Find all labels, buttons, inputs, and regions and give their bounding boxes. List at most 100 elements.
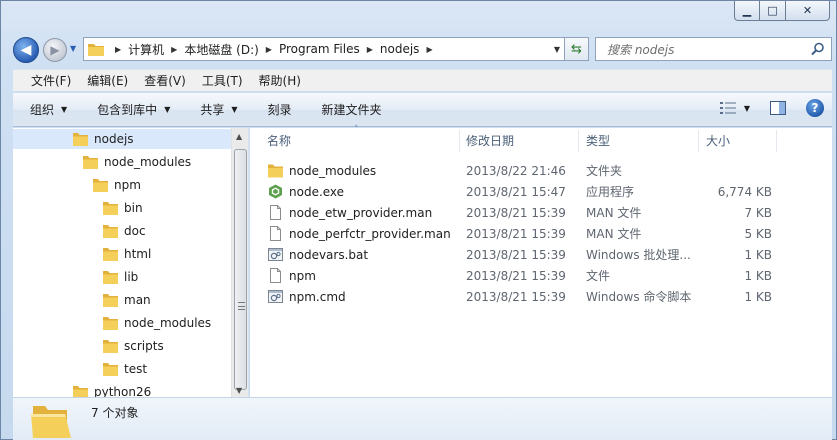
address-bar[interactable]: ▶ 计算机 ▶ 本地磁盘 (D:) ▶ Program Files ▶ nodejs ▶ ▼ bbox=[83, 37, 565, 61]
search-icon[interactable] bbox=[811, 42, 825, 56]
file-list: ˄ 名称 修改日期 类型 大小 node_modules 2013/8/22 2… bbox=[250, 125, 832, 397]
folder-icon bbox=[103, 225, 118, 238]
address-dropdown[interactable]: ▼ bbox=[554, 45, 560, 54]
file-size bbox=[700, 160, 772, 181]
column-size[interactable]: 大小 bbox=[701, 128, 771, 153]
tree-item[interactable]: bin bbox=[103, 198, 143, 218]
recent-pages-dropdown[interactable]: ▼ bbox=[70, 44, 76, 53]
minimize-button[interactable]: ▁ bbox=[734, 1, 760, 21]
back-button[interactable]: ◀ bbox=[13, 37, 39, 63]
file-row[interactable]: nodevars.bat 2013/8/21 15:39 Windows 批处理… bbox=[250, 244, 832, 265]
menu-item[interactable]: 帮助(H) bbox=[259, 72, 301, 89]
maximize-button[interactable]: □ bbox=[760, 1, 786, 21]
scroll-down-icon[interactable]: ▼ bbox=[236, 386, 242, 395]
breadcrumb-item[interactable]: 计算机 bbox=[128, 41, 164, 58]
column-type[interactable]: 类型 bbox=[581, 128, 697, 153]
file-size: 1 KB bbox=[744, 268, 772, 283]
file-name: node_etw_provider.man bbox=[289, 205, 433, 220]
tree-scrollbar[interactable]: ▲ ▼ bbox=[231, 128, 248, 397]
file-row[interactable]: node_etw_provider.man 2013/8/21 15:39 MA… bbox=[250, 202, 832, 223]
menu-item[interactable]: 查看(V) bbox=[144, 72, 186, 89]
forward-arrow-icon: ▶ bbox=[50, 43, 60, 57]
file-name: node_modules bbox=[289, 163, 377, 178]
scroll-thumb[interactable] bbox=[234, 149, 247, 390]
command-label: 新建文件夹 bbox=[321, 103, 382, 117]
command-button[interactable]: 组织 ▼ bbox=[30, 101, 67, 118]
file-name-cell: npm bbox=[268, 265, 460, 286]
close-button[interactable]: ✕ bbox=[786, 1, 830, 21]
file-row[interactable]: npm 2013/8/21 15:39 文件 1 KB bbox=[250, 265, 832, 286]
file-row[interactable]: node.exe 2013/8/21 15:47 应用程序 6,774 KB bbox=[250, 181, 832, 202]
file-date: 2013/8/22 21:46 bbox=[466, 163, 566, 178]
item-count: 7 个对象 bbox=[91, 406, 139, 420]
file-name-cell: npm.cmd bbox=[268, 286, 460, 307]
file-row[interactable]: node_perfctr_provider.man 2013/8/21 15:3… bbox=[250, 223, 832, 244]
command-button[interactable]: 包含到库中 ▼ bbox=[97, 101, 170, 118]
view-dropdown-icon[interactable]: ▼ bbox=[744, 104, 750, 113]
tree-item[interactable]: node_modules bbox=[103, 313, 211, 333]
file-row[interactable]: node_modules 2013/8/22 21:46 文件夹 bbox=[250, 160, 832, 181]
folder-icon bbox=[103, 202, 118, 215]
command-label: 组织 bbox=[30, 103, 55, 117]
command-button[interactable]: 共享 ▼ bbox=[200, 101, 237, 118]
tree-item-label: man bbox=[124, 293, 151, 307]
help-icon[interactable]: ? bbox=[806, 99, 824, 117]
breadcrumb-separator-icon[interactable]: ▶ bbox=[171, 45, 177, 54]
breadcrumb-separator-icon[interactable]: ▶ bbox=[367, 45, 373, 54]
file-name-cell: node.exe bbox=[268, 181, 460, 202]
folder-icon bbox=[93, 179, 108, 192]
file-name: npm.cmd bbox=[289, 289, 346, 304]
view-options-icon[interactable] bbox=[719, 101, 736, 115]
search-input[interactable]: 搜索 nodejs bbox=[595, 37, 832, 61]
tree-item[interactable]: man bbox=[103, 290, 151, 310]
command-button[interactable]: 刻录 bbox=[268, 101, 292, 118]
dropdown-arrow-icon: ▼ bbox=[61, 105, 68, 114]
column-name[interactable]: 名称 bbox=[262, 128, 458, 153]
tree-item[interactable]: html bbox=[103, 244, 151, 264]
scroll-up-icon[interactable]: ▲ bbox=[236, 132, 242, 141]
command-button[interactable]: 新建文件夹 bbox=[322, 101, 382, 118]
breadcrumb: ▶ 计算机 ▶ 本地磁盘 (D:) ▶ Program Files ▶ nodejs ▶ bbox=[108, 41, 440, 58]
search-placeholder: 搜索 nodejs bbox=[607, 42, 675, 57]
breadcrumb-separator-icon[interactable]: ▶ bbox=[115, 45, 121, 54]
tree-item[interactable]: test bbox=[103, 359, 147, 379]
column-date[interactable]: 修改日期 bbox=[461, 128, 578, 153]
tree-item[interactable]: scripts bbox=[103, 336, 164, 356]
forward-button[interactable]: ▶ bbox=[43, 38, 67, 62]
breadcrumb-item[interactable]: Program Files bbox=[279, 42, 360, 56]
tree-item[interactable]: nodejs bbox=[13, 129, 232, 149]
refresh-icon: ⇆ bbox=[571, 41, 582, 57]
tree-item-label: scripts bbox=[124, 339, 164, 353]
file-date: 2013/8/21 15:39 bbox=[466, 268, 566, 283]
menu-item[interactable]: 编辑(E) bbox=[87, 72, 128, 89]
back-arrow-icon: ◀ bbox=[20, 42, 32, 58]
tree-item-label: lib bbox=[124, 270, 139, 284]
folder-icon bbox=[103, 294, 118, 307]
tree-item[interactable]: lib bbox=[103, 267, 138, 287]
file-type: MAN 文件 bbox=[586, 227, 642, 241]
folder-icon bbox=[103, 340, 118, 353]
file-row[interactable]: npm.cmd 2013/8/21 15:39 Windows 命令脚本 1 K… bbox=[250, 286, 832, 307]
tree-item[interactable]: node_modules bbox=[83, 152, 191, 172]
file-name: nodevars.bat bbox=[289, 247, 369, 262]
refresh-button[interactable]: ⇆ bbox=[565, 37, 589, 61]
breadcrumb-item[interactable]: nodejs bbox=[380, 42, 420, 56]
tree-item[interactable]: doc bbox=[103, 221, 146, 241]
file-icon bbox=[270, 268, 281, 283]
command-label: 包含到库中 bbox=[97, 103, 158, 117]
menu-item[interactable]: 工具(T) bbox=[202, 72, 243, 89]
file-date: 2013/8/21 15:39 bbox=[466, 289, 566, 304]
preview-pane-icon[interactable] bbox=[770, 101, 786, 115]
breadcrumb-item[interactable]: 本地磁盘 (D:) bbox=[184, 41, 258, 58]
folder-icon bbox=[73, 133, 88, 146]
breadcrumb-separator-icon[interactable]: ▶ bbox=[426, 45, 432, 54]
file-name-cell: node_perfctr_provider.man bbox=[268, 223, 460, 244]
tree-item[interactable]: npm bbox=[93, 175, 141, 195]
file-name: node.exe bbox=[289, 184, 345, 199]
file-date: 2013/8/21 15:39 bbox=[466, 226, 566, 241]
menu-item[interactable]: 文件(F) bbox=[31, 72, 71, 89]
breadcrumb-separator-icon[interactable]: ▶ bbox=[266, 45, 272, 54]
tree-item[interactable]: python26 bbox=[73, 382, 151, 397]
folder-icon bbox=[31, 406, 71, 438]
folder-icon bbox=[103, 248, 118, 261]
